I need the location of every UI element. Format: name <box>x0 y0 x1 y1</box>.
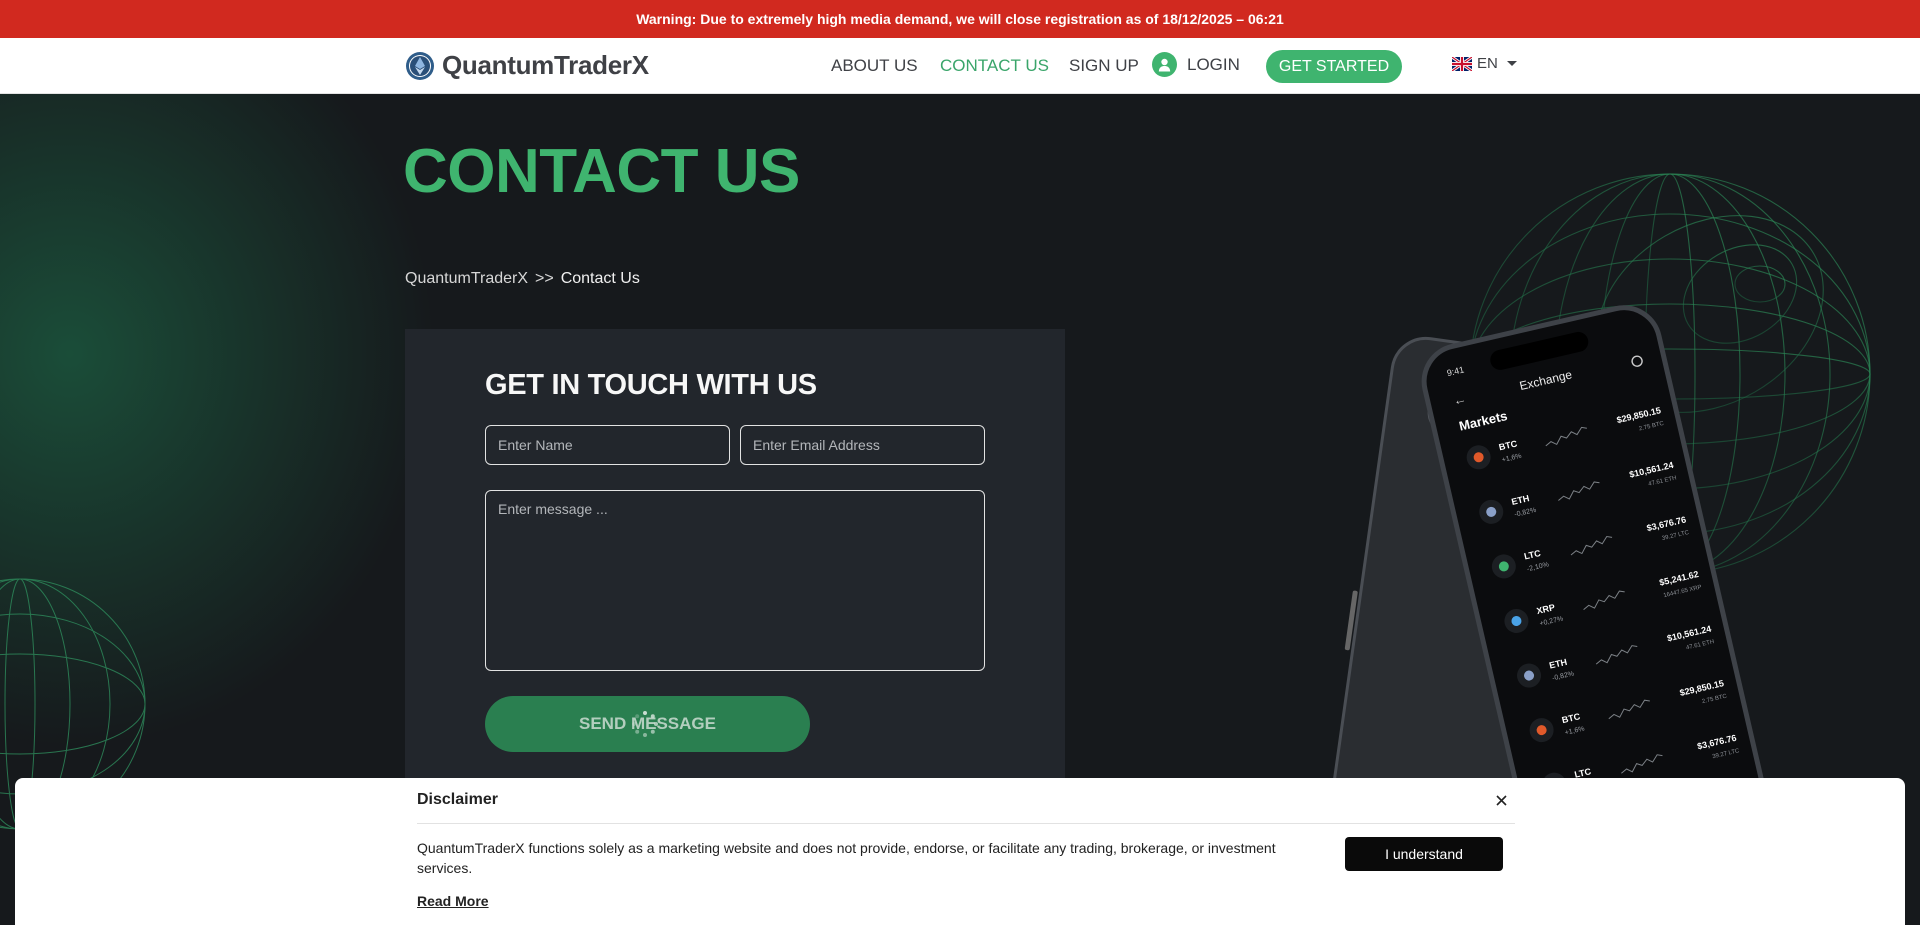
language-selector[interactable]: EN <box>1452 55 1517 72</box>
logo-icon <box>406 51 434 80</box>
read-more-link[interactable]: Read More <box>417 893 489 909</box>
breadcrumb-current: Contact Us <box>560 270 640 287</box>
disclaimer-panel: Disclaimer QuantumTraderX functions sole… <box>15 778 1905 925</box>
disclaimer-title: Disclaimer <box>417 791 498 808</box>
brand-logo[interactable]: QuantumTraderX <box>405 50 649 81</box>
user-icon <box>1152 52 1177 77</box>
disclaimer-divider <box>417 823 1515 824</box>
get-started-button[interactable]: GET STARTED <box>1266 50 1402 83</box>
disclaimer-body: QuantumTraderX functions solely as a mar… <box>417 840 1276 876</box>
uk-flag-icon <box>1452 56 1472 71</box>
breadcrumb: QuantumTraderX >> Contact Us <box>405 270 640 288</box>
login-label: LOGIN <box>1187 54 1240 74</box>
nav-contact-us[interactable]: CONTACT US <box>940 56 1049 76</box>
email-input[interactable] <box>740 425 985 465</box>
i-understand-button[interactable]: I understand <box>1345 837 1503 871</box>
warning-banner: Warning: Due to extremely high media dem… <box>0 0 1920 38</box>
nav-login[interactable]: LOGIN <box>1152 52 1240 77</box>
name-input[interactable] <box>485 425 730 465</box>
message-textarea[interactable] <box>485 490 985 671</box>
nav-about-us[interactable]: ABOUT US <box>831 56 918 76</box>
nav-sign-up[interactable]: SIGN UP <box>1069 56 1139 76</box>
page-title: CONTACT US <box>403 137 800 206</box>
chevron-down-icon <box>1506 61 1517 66</box>
warning-text: Warning: Due to extremely high media dem… <box>636 11 1284 27</box>
breadcrumb-home[interactable]: QuantumTraderX <box>405 270 528 288</box>
breadcrumb-separator: >> <box>535 270 554 287</box>
send-message-button[interactable]: SEND MESSAGE <box>485 696 810 752</box>
close-icon[interactable] <box>1490 789 1512 811</box>
brand-name: QuantumTraderX <box>442 50 649 80</box>
language-label: EN <box>1477 55 1498 72</box>
top-navbar: QuantumTraderX ABOUT US CONTACT US SIGN … <box>0 38 1920 94</box>
loading-spinner-icon <box>632 711 658 737</box>
form-title: GET IN TOUCH WITH US <box>485 369 817 401</box>
